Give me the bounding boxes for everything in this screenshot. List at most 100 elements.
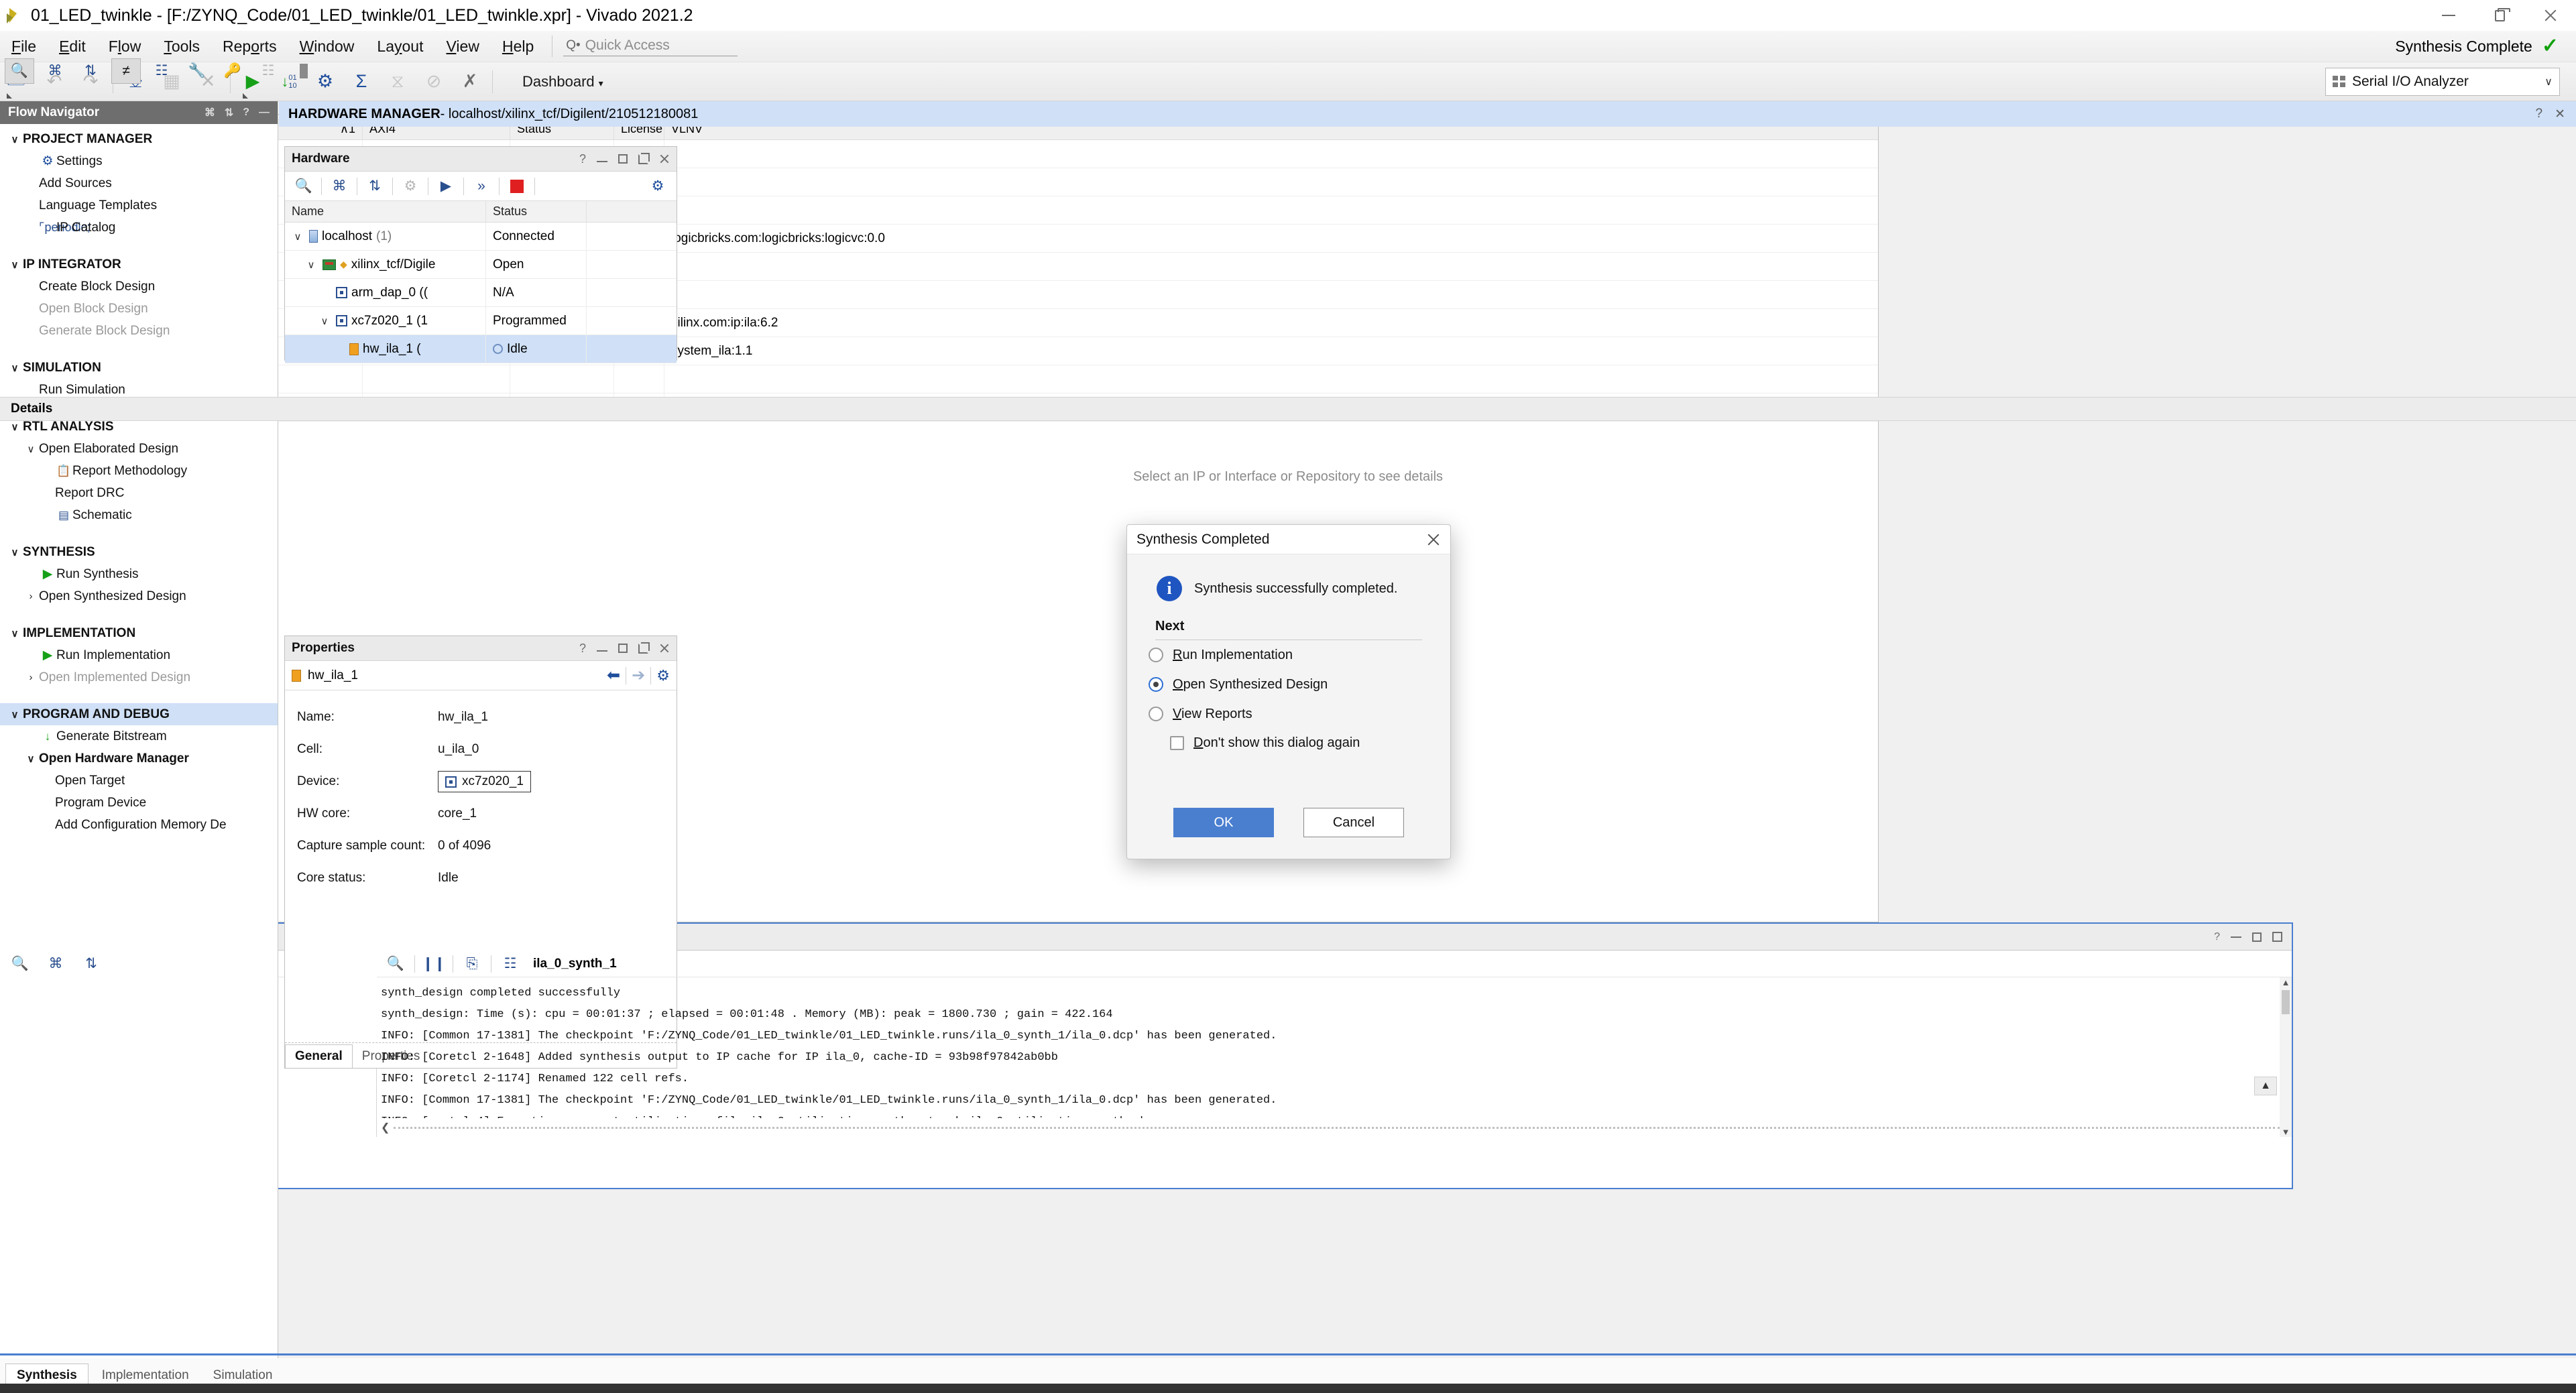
flow-nav-item-create-block-design[interactable]: Create Block Design bbox=[0, 276, 278, 298]
maximize-restore-button[interactable] bbox=[2474, 0, 2525, 31]
maximize-icon[interactable] bbox=[618, 644, 628, 653]
table-row[interactable]: arm_dap_0 ((N/A bbox=[285, 279, 677, 307]
chevron-down-icon[interactable]: ∨ bbox=[7, 362, 23, 374]
menu-edit[interactable]: Edit bbox=[48, 35, 97, 58]
log-vertical-scrollbar[interactable]: ▲ ▼ bbox=[2280, 977, 2292, 1137]
sort-icon[interactable]: ≠ bbox=[111, 58, 141, 84]
collapse-all-icon[interactable]: ⌘ bbox=[325, 174, 354, 199]
float-icon[interactable] bbox=[2272, 932, 2282, 942]
run-trigger-immediate-icon[interactable]: » bbox=[467, 174, 496, 199]
flow-nav-item-program-device[interactable]: Program Device bbox=[0, 792, 278, 814]
flow-nav-item-open-target[interactable]: Open Target bbox=[0, 770, 278, 792]
menu-flow[interactable]: Flow bbox=[97, 35, 153, 58]
pause-icon[interactable]: ❙❙ bbox=[419, 951, 449, 977]
menu-view[interactable]: View bbox=[434, 35, 490, 58]
flow-nav-item-add-sources[interactable]: Add Sources bbox=[0, 172, 278, 194]
help-icon[interactable]: ? bbox=[2536, 107, 2543, 122]
minimize-icon[interactable] bbox=[2231, 936, 2241, 938]
chevron-down-icon[interactable]: ∨ bbox=[290, 231, 305, 243]
settings-wrench-icon[interactable]: 🔧 bbox=[182, 58, 212, 84]
flow-nav-item-language-templates[interactable]: Language Templates bbox=[0, 194, 278, 217]
table-row[interactable]: ∨Alliance Partners bbox=[1, 168, 1878, 196]
chevron-right-icon[interactable]: › bbox=[23, 591, 39, 602]
table-row[interactable]: ∨ ◆ xilinx_tcf/Digile Open bbox=[285, 251, 677, 279]
close-icon[interactable]: ✕ bbox=[2555, 107, 2565, 122]
expand-collapse-icon[interactable]: ⇅ bbox=[225, 106, 233, 119]
collapse-all-icon[interactable]: ⌘ bbox=[204, 106, 215, 119]
flow-nav-item-run-synthesis[interactable]: ▶ Run Synthesis bbox=[0, 563, 278, 585]
menu-layout[interactable]: Layout bbox=[365, 35, 434, 58]
table-row[interactable]: ∨Vivado Repository bbox=[1, 140, 1878, 168]
key-icon[interactable]: 🔑 bbox=[218, 58, 247, 84]
minimize-icon[interactable] bbox=[597, 161, 607, 162]
help-icon[interactable]: ? bbox=[579, 642, 586, 656]
menu-file[interactable]: File bbox=[0, 35, 48, 58]
scroll-to-top-button[interactable]: ▲ bbox=[2254, 1077, 2277, 1095]
flow-nav-item-simulation[interactable]: ∨ SIMULATION bbox=[0, 357, 278, 379]
scrollbar-thumb[interactable] bbox=[2282, 990, 2290, 1014]
scroll-down-icon[interactable]: ▼ bbox=[2282, 1127, 2290, 1137]
chevron-down-icon[interactable]: ∨ bbox=[317, 315, 332, 327]
gear-icon[interactable]: ⚙ bbox=[643, 174, 672, 199]
chip-icon[interactable]: ☷ bbox=[253, 58, 283, 84]
help-icon[interactable]: ? bbox=[2214, 931, 2220, 943]
expand-all-icon[interactable]: ⇅ bbox=[76, 58, 105, 84]
log-horizontal-scrollbar[interactable]: ❮ bbox=[377, 1121, 2280, 1134]
collapse-all-icon[interactable]: ⌘ bbox=[41, 951, 70, 977]
flow-nav-item-open-block-design[interactable]: Open Block Design bbox=[0, 298, 278, 320]
flow-nav-item-project-manager[interactable]: ∨ PROJECT MANAGER bbox=[0, 128, 278, 150]
menu-window[interactable]: Window bbox=[288, 35, 366, 58]
flow-nav-item-report-drc[interactable]: Report DRC bbox=[0, 482, 278, 504]
chevron-down-icon[interactable]: ∨ bbox=[23, 443, 39, 455]
chevron-down-icon[interactable]: ∨ bbox=[7, 259, 23, 271]
flow-nav-item-generate-bitstream[interactable]: ↓ Generate Bitstream bbox=[0, 725, 278, 747]
report-drc-icon[interactable]: ✗ bbox=[452, 65, 488, 99]
chevron-right-icon[interactable]: › bbox=[23, 672, 39, 683]
flow-nav-item-program-and-debug[interactable]: ∨ PROGRAM AND DEBUG bbox=[0, 703, 278, 725]
flow-nav-item-ip-integrator[interactable]: ∨ IP INTEGRATOR bbox=[0, 253, 278, 276]
flow-nav-item-schematic[interactable]: ▤ Schematic bbox=[0, 504, 278, 526]
table-row[interactable]: ILA (Integrated Logic Analyzer)AXI4, AXI… bbox=[1, 309, 1878, 337]
table-row[interactable]: ∨ localhost (1) Connected bbox=[285, 223, 677, 251]
menu-reports[interactable]: Reports bbox=[211, 35, 288, 58]
chevron-down-icon[interactable]: ∨ bbox=[7, 421, 23, 433]
maximize-icon[interactable] bbox=[2252, 932, 2262, 942]
expand-all-icon[interactable]: ⇅ bbox=[76, 951, 106, 977]
flow-nav-item-settings[interactable]: ⚙ Settings bbox=[0, 150, 278, 172]
quick-access-input[interactable]: Q• Quick Access bbox=[563, 36, 738, 56]
minimize-button[interactable] bbox=[2423, 0, 2474, 31]
gear-icon[interactable]: ⚙ bbox=[656, 667, 670, 684]
search-icon[interactable]: 🔍 bbox=[381, 951, 410, 977]
help-icon[interactable]: ? bbox=[243, 107, 249, 119]
minimize-icon[interactable]: — bbox=[259, 107, 270, 119]
columns-icon[interactable]: ☷ bbox=[495, 951, 525, 977]
scroll-left-icon[interactable]: ❮ bbox=[377, 1121, 394, 1134]
info-icon[interactable] bbox=[289, 58, 318, 84]
table-row[interactable]: System ILAAXI4, AXI4system_ila:1.1 bbox=[1, 337, 1878, 365]
chevron-down-icon[interactable]: ∨ bbox=[7, 627, 23, 640]
flow-nav-item-implementation[interactable]: ∨ IMPLEMENTATION bbox=[0, 622, 278, 644]
run-trigger-icon[interactable]: ▶ bbox=[431, 174, 461, 199]
forward-arrow-icon[interactable]: ➔ bbox=[632, 666, 645, 685]
table-row[interactable]: ∨ xc7z020_1 (1 Programmed bbox=[285, 307, 677, 335]
table-row[interactable]: hw_ila_1 (Idle bbox=[285, 335, 677, 363]
report-timing-icon[interactable]: ⧖ bbox=[379, 65, 416, 99]
chevron-down-icon[interactable]: ∨ bbox=[23, 753, 39, 765]
dashboard-button[interactable]: Dashboard ▾ bbox=[513, 69, 613, 95]
flow-nav-item-ip-catalog[interactable]: ⌜periodic; IP Catalog bbox=[0, 217, 278, 239]
search-icon[interactable]: 🔍 bbox=[289, 174, 318, 199]
table-row[interactable]: ∨Debug bbox=[1, 281, 1878, 309]
close-icon[interactable] bbox=[659, 154, 670, 164]
menu-help[interactable]: Help bbox=[491, 35, 545, 58]
copy-icon[interactable]: ⎘ bbox=[457, 951, 487, 977]
minimize-icon[interactable] bbox=[597, 650, 607, 652]
chevron-down-icon[interactable]: ∨ bbox=[304, 259, 318, 271]
report-power-icon[interactable]: ⊘ bbox=[416, 65, 452, 99]
table-row[interactable]: ∨Xylon bbox=[1, 196, 1878, 225]
scrollbar-track[interactable] bbox=[394, 1126, 2280, 1129]
expand-all-icon[interactable]: ⇅ bbox=[360, 174, 390, 199]
flow-nav-item-open-implemented-design[interactable]: › Open Implemented Design bbox=[0, 666, 278, 688]
flow-nav-item-add-configuration-memory-de[interactable]: Add Configuration Memory De bbox=[0, 814, 278, 836]
table-row[interactable]: Multilayer Video ControllerAXI4Productio… bbox=[1, 225, 1878, 253]
back-arrow-icon[interactable]: ⬅ bbox=[607, 666, 620, 685]
